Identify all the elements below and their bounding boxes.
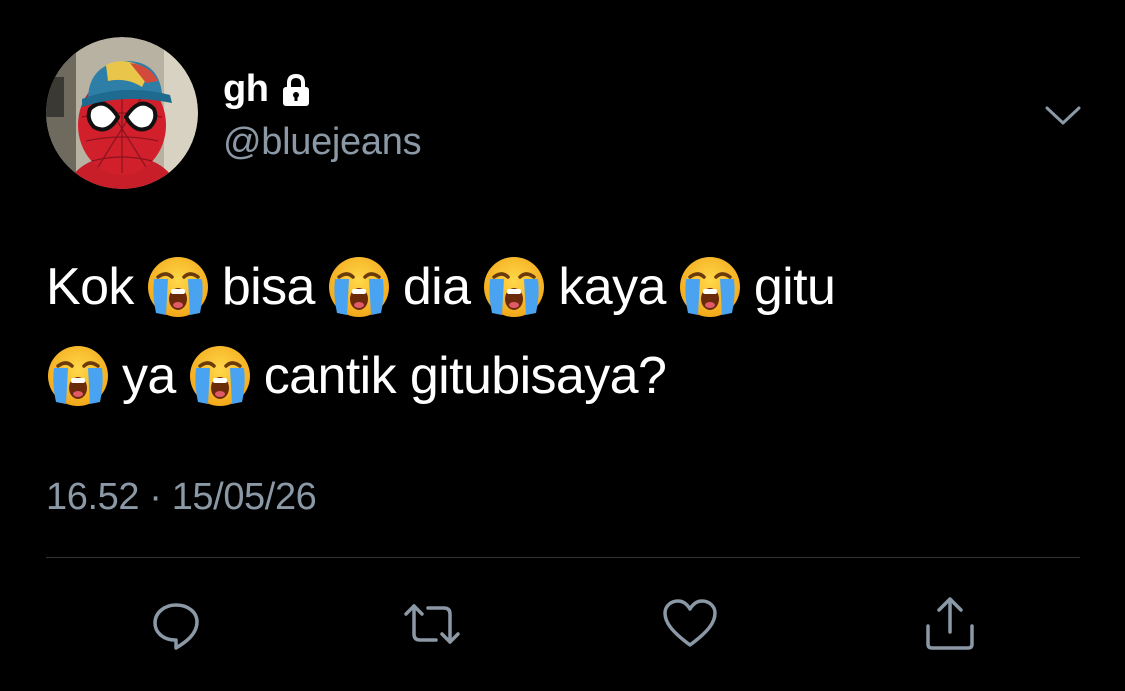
tweet-word: dia <box>402 257 471 316</box>
tweet-date: 15/05/26 <box>171 476 317 518</box>
tweet-word: cantik gitubisaya? <box>263 346 667 405</box>
retweet-button[interactable] <box>402 594 462 654</box>
share-button[interactable] <box>920 594 980 654</box>
loudly-crying-face-emoji-icon <box>146 255 210 319</box>
tweet-word: bisa <box>221 257 316 316</box>
tweet-word: kaya <box>558 257 666 316</box>
retweet-icon <box>400 596 464 652</box>
chevron-down-icon[interactable] <box>1043 96 1083 136</box>
loudly-crying-face-emoji-icon <box>188 344 252 408</box>
loudly-crying-face-emoji-icon <box>678 255 742 319</box>
timestamp-separator: · <box>149 476 162 518</box>
reply-icon <box>148 596 204 652</box>
heart-icon <box>661 597 719 651</box>
loudly-crying-face-emoji-icon <box>482 255 546 319</box>
tweet-line: Kok bisa dia kaya gitu <box>46 240 1086 329</box>
user-handle[interactable]: @bluejeans <box>223 117 422 167</box>
tweet-word: gitu <box>753 257 836 316</box>
loudly-crying-face-emoji-icon <box>327 255 391 319</box>
loudly-crying-face-emoji-icon <box>46 344 110 408</box>
user-name-row: gh <box>223 64 314 114</box>
tweet-timestamp[interactable]: 16.52 · 15/05/26 <box>46 472 317 522</box>
display-name[interactable]: gh <box>223 64 269 114</box>
tweet-line: ya cantik gitubisaya? <box>46 329 1086 418</box>
tweet-word: Kok <box>46 257 134 316</box>
reply-button[interactable] <box>146 594 206 654</box>
tweet-word: ya <box>122 346 176 405</box>
like-button[interactable] <box>660 594 720 654</box>
lock-icon <box>278 72 314 108</box>
avatar[interactable] <box>46 37 198 189</box>
tweet-text: Kok bisa dia kaya gitu ya cantik gitubisaya? <box>46 240 1086 418</box>
divider <box>46 557 1080 558</box>
share-icon <box>920 594 980 654</box>
tweet-time: 16.52 <box>46 476 140 518</box>
